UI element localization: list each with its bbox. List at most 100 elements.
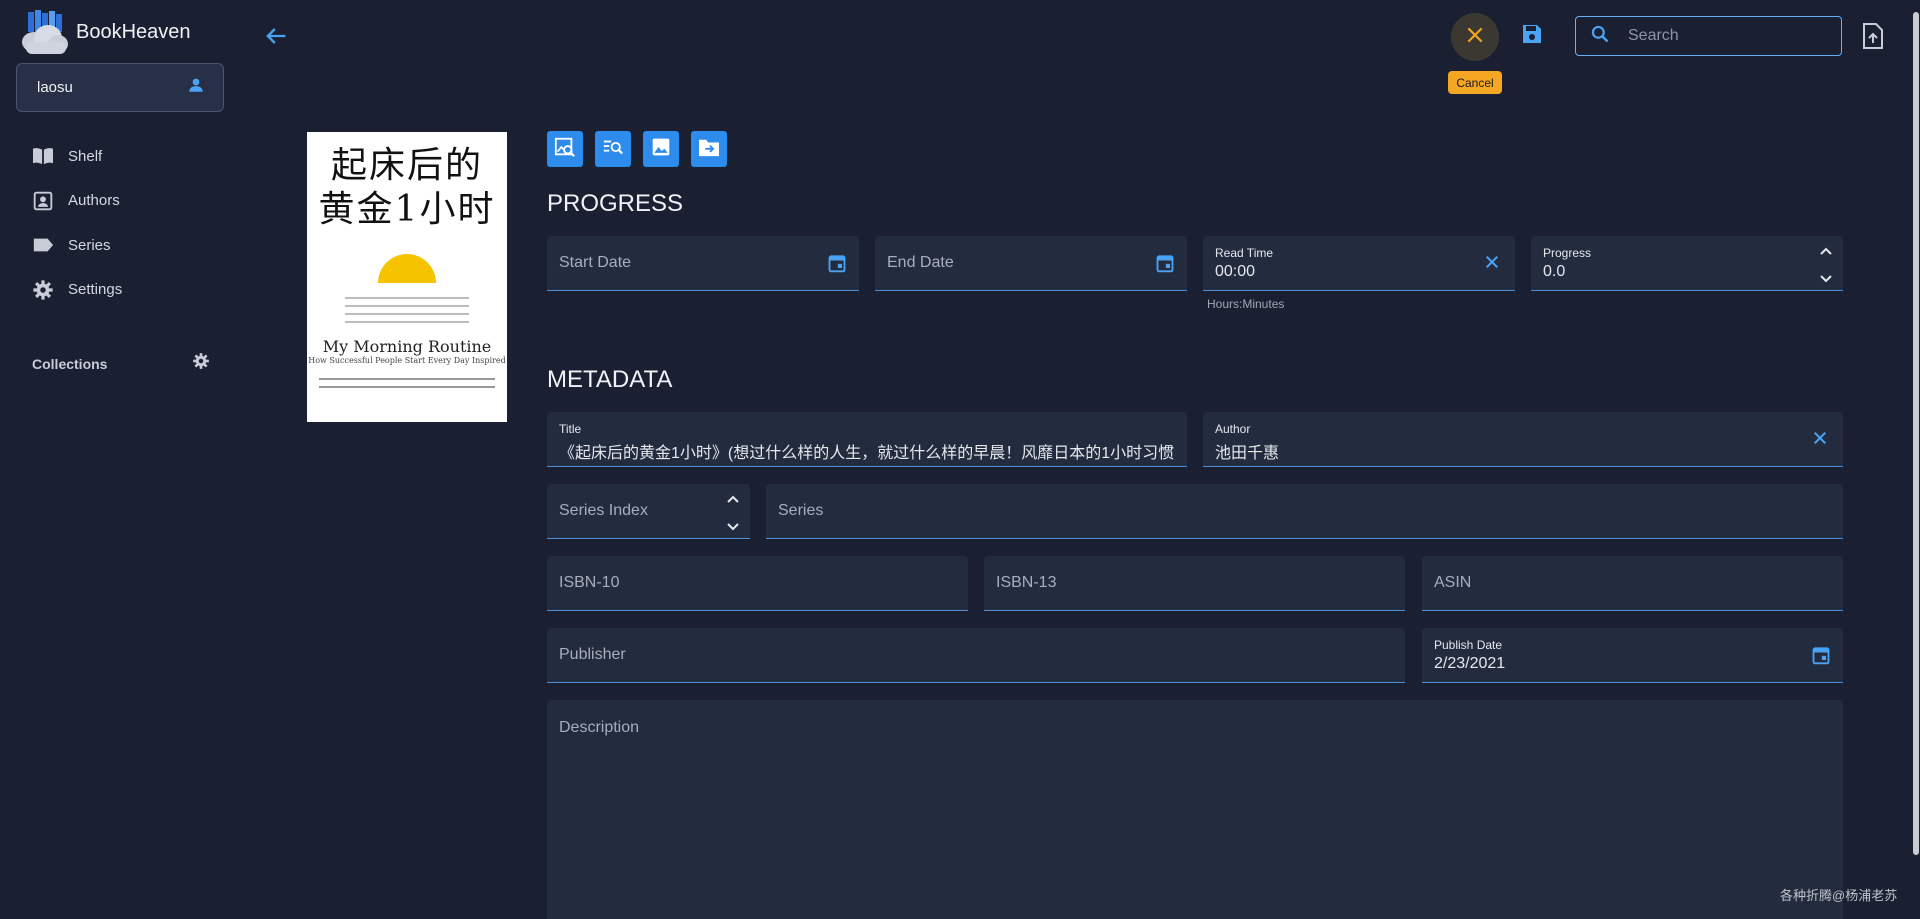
bookheaven-logo-icon: [20, 10, 68, 54]
start-date-field[interactable]: Start Date: [547, 236, 859, 291]
author-value: 池田千惠: [1215, 445, 1280, 462]
title-value: 《起床后的黄金1小时》(想过什么样的人生，就过什么样的早晨！风靡日本的1小时习惯: [559, 445, 1175, 462]
contact-card-icon: [32, 190, 54, 212]
cover-title-cn-line2: 黄金1小时: [318, 189, 496, 230]
sidebar-item-label: Settings: [68, 281, 123, 299]
isbn13-field[interactable]: ISBN-13: [984, 556, 1405, 611]
page-scrollbar-thumb[interactable]: [1913, 12, 1919, 855]
author-label: Author: [1215, 422, 1251, 436]
user-account-button[interactable]: laosu: [16, 63, 224, 112]
author-field[interactable]: Author 池田千惠: [1203, 412, 1843, 467]
progress-label: Progress: [1543, 246, 1592, 260]
change-image-button[interactable]: [643, 131, 679, 167]
search-box: [1575, 16, 1842, 56]
close-icon: [1465, 25, 1485, 50]
chevron-up-icon[interactable]: [1819, 243, 1833, 255]
read-time-field[interactable]: Read Time 00:00: [1203, 236, 1515, 291]
series-index-placeholder: Series Index: [559, 502, 648, 519]
progress-value: 0.0: [1543, 263, 1566, 280]
folder-move-icon: [698, 137, 720, 162]
user-name: laosu: [37, 79, 73, 96]
sidebar-item-series[interactable]: Series: [32, 223, 122, 268]
file-upload-icon: [1862, 23, 1884, 53]
brand[interactable]: BookHeaven: [20, 10, 191, 54]
metadata-heading: METADATA: [547, 366, 673, 393]
sidebar-nav: Shelf Authors Series Settings: [32, 134, 122, 312]
description-field[interactable]: Description: [547, 700, 1843, 919]
upload-file-button[interactable]: [1862, 23, 1888, 49]
chevron-down-icon[interactable]: [1819, 271, 1833, 283]
book-open-icon: [32, 145, 54, 167]
cover-subtitle-en: How Successful People Start Every Day In…: [308, 356, 506, 365]
isbn13-placeholder: ISBN-13: [996, 574, 1057, 591]
search-cover-button[interactable]: [547, 131, 583, 167]
save-button[interactable]: [1520, 22, 1550, 52]
read-time-label: Read Time: [1215, 246, 1274, 260]
sidebar-item-label: Series: [68, 236, 111, 254]
progress-heading: PROGRESS: [547, 190, 684, 217]
cover-text-line: [319, 378, 495, 380]
person-icon: [187, 76, 205, 99]
collections-header: Collections: [32, 352, 210, 375]
description-placeholder: Description: [559, 719, 640, 736]
read-time-hint: Hours:Minutes: [1207, 297, 1285, 311]
search-metadata-button[interactable]: [595, 131, 631, 167]
isbn10-placeholder: ISBN-10: [559, 574, 620, 591]
gear-icon: [32, 279, 54, 301]
calendar-icon[interactable]: [1155, 253, 1175, 273]
start-date-placeholder: Start Date: [559, 254, 632, 271]
clear-icon[interactable]: [1483, 253, 1503, 273]
back-arrow-icon[interactable]: [262, 22, 290, 50]
clear-icon[interactable]: [1811, 429, 1831, 449]
cover-text-line: [345, 305, 469, 307]
publish-date-field[interactable]: Publish Date 2/23/2021: [1422, 628, 1843, 683]
series-index-field[interactable]: Series Index: [547, 484, 750, 539]
collections-label: Collections: [32, 355, 108, 372]
app-title: BookHeaven: [76, 20, 191, 43]
title-label: Title: [559, 422, 582, 436]
publish-date-label: Publish Date: [1434, 638, 1503, 652]
cancel-tooltip: Cancel: [1448, 71, 1502, 94]
sidebar-item-settings[interactable]: Settings: [32, 268, 122, 313]
asin-placeholder: ASIN: [1434, 574, 1472, 591]
search-input[interactable]: [1628, 27, 1828, 45]
cover-text-line: [345, 297, 469, 299]
isbn10-field[interactable]: ISBN-10: [547, 556, 968, 611]
search-icon: [1590, 24, 1610, 49]
sidebar-item-authors[interactable]: Authors: [32, 179, 122, 224]
series-field[interactable]: Series: [766, 484, 1843, 539]
progress-field[interactable]: Progress 0.0: [1531, 236, 1843, 291]
cancel-button[interactable]: [1451, 13, 1499, 61]
sidebar-item-shelf[interactable]: Shelf: [32, 134, 122, 179]
image-search-icon: [554, 136, 576, 163]
chevron-down-icon[interactable]: [726, 519, 740, 531]
publish-date-value: 2/23/2021: [1434, 655, 1506, 672]
sidebar-item-label: Authors: [68, 192, 120, 210]
publisher-placeholder: Publisher: [559, 646, 626, 663]
calendar-icon[interactable]: [1811, 645, 1831, 665]
publisher-field[interactable]: Publisher: [547, 628, 1405, 683]
label-tag-icon: [32, 234, 54, 256]
cover-text-line: [345, 321, 469, 323]
cover-title-en: My Morning Routine: [322, 337, 492, 356]
chevron-up-icon[interactable]: [726, 491, 740, 503]
sidebar-item-label: Shelf: [68, 147, 103, 165]
book-cover[interactable]: 起床后的 黄金1小时 My Morning Routine How Succes…: [307, 132, 507, 422]
title-field[interactable]: Title 《起床后的黄金1小时》(想过什么样的人生，就过什么样的早晨！风靡日本…: [547, 412, 1187, 467]
floppy-disk-icon: [1520, 25, 1544, 50]
cover-title-cn-line1: 起床后的: [330, 145, 483, 186]
collections-settings-gear-icon[interactable]: [192, 352, 210, 375]
cover-sun-graphic: [378, 254, 436, 283]
text-search-icon: [602, 136, 624, 163]
end-date-placeholder: End Date: [887, 254, 954, 271]
series-placeholder: Series: [778, 502, 824, 519]
read-time-value: 00:00: [1215, 263, 1256, 280]
end-date-field[interactable]: End Date: [875, 236, 1187, 291]
cover-text-line: [319, 386, 495, 388]
move-to-folder-button[interactable]: [691, 131, 727, 167]
asin-field[interactable]: ASIN: [1422, 556, 1843, 611]
cover-text-line: [345, 313, 469, 315]
watermark: 各种折腾@杨浦老苏: [1780, 888, 1898, 903]
calendar-icon[interactable]: [827, 253, 847, 273]
sidebar: BookHeaven laosu Shelf Authors Series Se…: [0, 0, 240, 919]
